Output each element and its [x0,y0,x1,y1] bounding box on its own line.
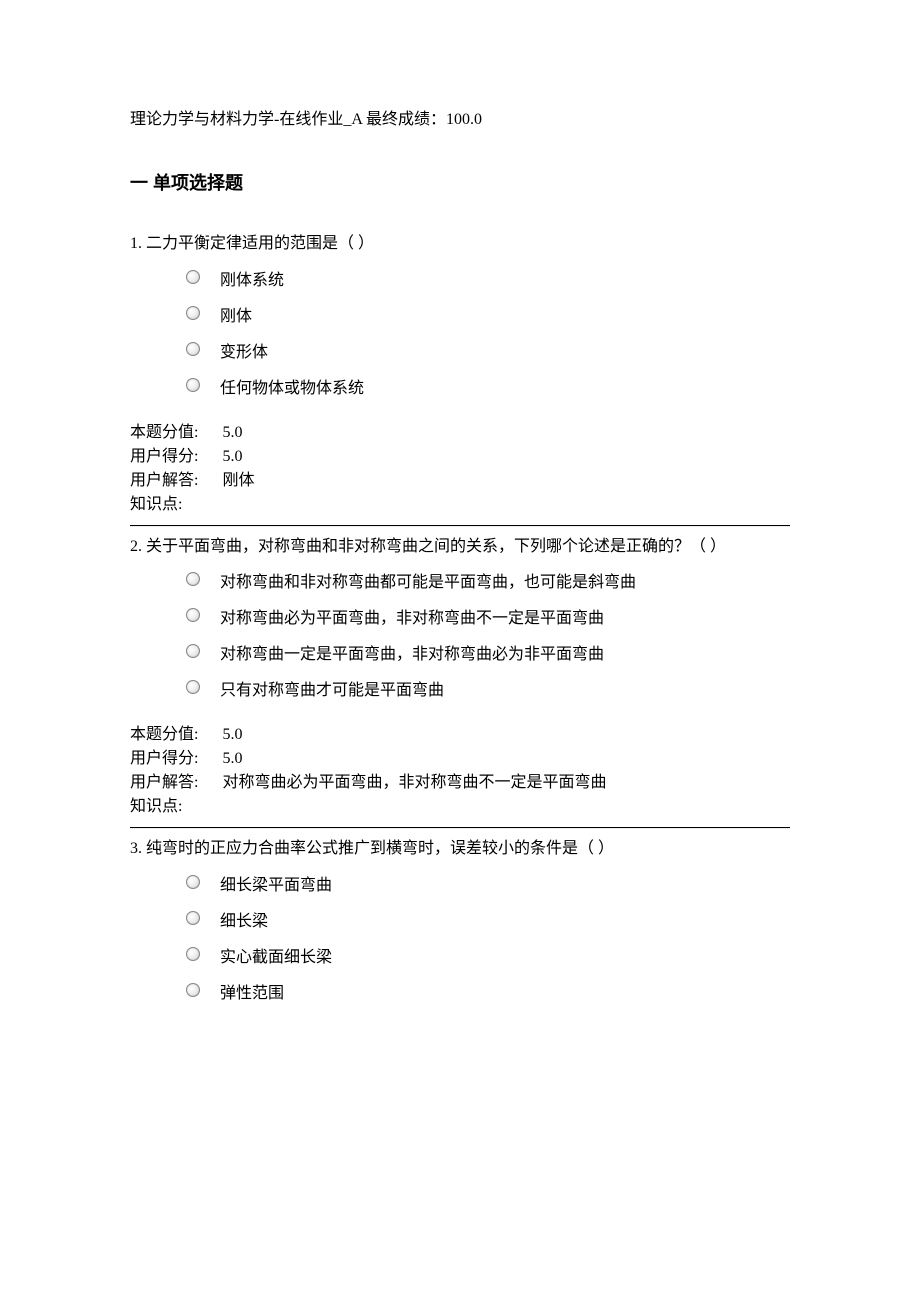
meta-knowledge-point: 知识点: [130,795,790,819]
meta-label: 用户得分: [130,445,198,469]
meta-value: 刚体 [222,469,254,493]
meta-value [198,445,222,469]
option-row[interactable]: 只有对称弯曲才可能是平面弯曲 [186,679,790,703]
option-label: 变形体 [220,341,268,365]
radio-icon[interactable] [186,644,200,658]
option-label: 对称弯曲必为平面弯曲，非对称弯曲不一定是平面弯曲 [220,607,604,631]
radio-icon[interactable] [186,270,200,284]
meta-value [198,747,222,771]
radio-icon[interactable] [186,306,200,320]
radio-icon[interactable] [186,875,200,889]
question-2: 2. 关于平面弯曲，对称弯曲和非对称弯曲之间的关系，下列哪个论述是正确的？（ ）… [130,534,790,820]
question-number: 2. [130,538,142,555]
meta-value: 5.0 [222,747,242,771]
radio-icon[interactable] [186,983,200,997]
question-3: 3. 纯弯时的正应力合曲率公式推广到横弯时，误差较小的条件是（ ） 细长梁平面弯… [130,836,790,1006]
divider [130,827,790,828]
option-row[interactable]: 细长梁平面弯曲 [186,874,790,898]
radio-icon[interactable] [186,680,200,694]
question-text: 2. 关于平面弯曲，对称弯曲和非对称弯曲之间的关系，下列哪个论述是正确的？（ ） [130,534,790,560]
option-label: 对称弯曲和非对称弯曲都可能是平面弯曲，也可能是斜弯曲 [220,571,636,595]
meta-user-answer: 用户解答: 刚体 [130,469,790,493]
meta-value: 5.0 [222,723,242,747]
option-label: 实心截面细长梁 [220,946,332,970]
meta-user-answer: 用户解答: 对称弯曲必为平面弯曲，非对称弯曲不一定是平面弯曲 [130,771,790,795]
section-title: 一 单项选择题 [130,170,790,197]
meta-label: 用户解答: [130,469,198,493]
meta-label: 知识点: [130,795,182,819]
option-row[interactable]: 细长梁 [186,910,790,934]
divider [130,525,790,526]
radio-icon[interactable] [186,342,200,356]
option-row[interactable]: 变形体 [186,341,790,365]
option-label: 弹性范围 [220,982,284,1006]
option-row[interactable]: 刚体 [186,305,790,329]
page: 理论力学与材料力学-在线作业_A 最终成绩：100.0 一 单项选择题 1. 二… [0,0,920,1058]
option-row[interactable]: 对称弯曲一定是平面弯曲，非对称弯曲必为非平面弯曲 [186,643,790,667]
meta-label: 本题分值: [130,723,198,747]
option-label: 刚体系统 [220,269,284,293]
question-body: 二力平衡定律适用的范围是（ ） [146,235,374,252]
option-label: 刚体 [220,305,252,329]
question-1: 1. 二力平衡定律适用的范围是（ ） 刚体系统 刚体 变形体 任何物体或物体系统 [130,231,790,517]
option-row[interactable]: 实心截面细长梁 [186,946,790,970]
question-text: 3. 纯弯时的正应力合曲率公式推广到横弯时，误差较小的条件是（ ） [130,836,790,862]
meta-label: 用户解答: [130,771,198,795]
assignment-header: 理论力学与材料力学-在线作业_A 最终成绩：100.0 [130,108,790,132]
option-label: 任何物体或物体系统 [220,377,364,401]
meta-block: 本题分值: 5.0 用户得分: 5.0 用户解答: 刚体 知识点: [130,421,790,517]
meta-block: 本题分值: 5.0 用户得分: 5.0 用户解答: 对称弯曲必为平面弯曲，非对称… [130,723,790,819]
meta-score: 本题分值: 5.0 [130,723,790,747]
radio-icon[interactable] [186,947,200,961]
option-label: 细长梁平面弯曲 [220,874,332,898]
radio-icon[interactable] [186,608,200,622]
meta-value [198,421,222,445]
options-list: 刚体系统 刚体 变形体 任何物体或物体系统 [186,269,790,401]
question-number: 1. [130,235,142,252]
options-list: 细长梁平面弯曲 细长梁 实心截面细长梁 弹性范围 [186,874,790,1006]
meta-value: 5.0 [222,445,242,469]
meta-label: 知识点: [130,493,182,517]
meta-score: 本题分值: 5.0 [130,421,790,445]
meta-knowledge-point: 知识点: [130,493,790,517]
radio-icon[interactable] [186,911,200,925]
meta-user-score: 用户得分: 5.0 [130,445,790,469]
option-label: 细长梁 [220,910,268,934]
options-list: 对称弯曲和非对称弯曲都可能是平面弯曲，也可能是斜弯曲 对称弯曲必为平面弯曲，非对… [186,571,790,703]
option-row[interactable]: 弹性范围 [186,982,790,1006]
option-label: 对称弯曲一定是平面弯曲，非对称弯曲必为非平面弯曲 [220,643,604,667]
meta-value [198,469,222,493]
question-body: 关于平面弯曲，对称弯曲和非对称弯曲之间的关系，下列哪个论述是正确的？（ ） [146,538,726,555]
option-row[interactable]: 任何物体或物体系统 [186,377,790,401]
question-text: 1. 二力平衡定律适用的范围是（ ） [130,231,790,257]
radio-icon[interactable] [186,572,200,586]
option-row[interactable]: 对称弯曲必为平面弯曲，非对称弯曲不一定是平面弯曲 [186,607,790,631]
meta-value [198,723,222,747]
meta-label: 本题分值: [130,421,198,445]
meta-label: 用户得分: [130,747,198,771]
meta-value: 5.0 [222,421,242,445]
meta-user-score: 用户得分: 5.0 [130,747,790,771]
option-row[interactable]: 刚体系统 [186,269,790,293]
radio-icon[interactable] [186,378,200,392]
question-body: 纯弯时的正应力合曲率公式推广到横弯时，误差较小的条件是（ ） [146,840,614,857]
meta-value [198,771,222,795]
question-number: 3. [130,840,142,857]
option-row[interactable]: 对称弯曲和非对称弯曲都可能是平面弯曲，也可能是斜弯曲 [186,571,790,595]
option-label: 只有对称弯曲才可能是平面弯曲 [220,679,444,703]
meta-value: 对称弯曲必为平面弯曲，非对称弯曲不一定是平面弯曲 [222,771,606,795]
